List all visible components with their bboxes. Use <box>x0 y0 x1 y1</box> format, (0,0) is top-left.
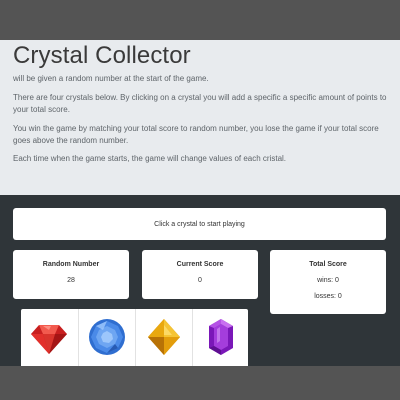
wins-count: wins: 0 <box>317 277 339 284</box>
current-score-card: Current Score 0 <box>142 250 258 299</box>
top-letterbox <box>0 0 400 40</box>
game-title: Crystal Collector <box>13 42 191 69</box>
yellow-crystal-button[interactable] <box>135 309 192 366</box>
blue-crystal-icon <box>89 319 125 355</box>
red-crystal-button[interactable] <box>21 309 77 366</box>
total-score-card: Total Score wins: 0 losses: 0 <box>270 250 386 314</box>
current-score-label: Current Score <box>176 261 224 268</box>
instructions-panel: Crystal Collector will be given a random… <box>0 40 400 195</box>
losses-count: losses: 0 <box>314 293 342 300</box>
instruction-line-4: Each time when the game starts, the game… <box>13 154 287 163</box>
purple-crystal-button[interactable] <box>192 309 249 366</box>
total-score-label: Total Score <box>309 261 347 268</box>
instruction-line-1: will be given a random number at the sta… <box>13 74 209 83</box>
blue-crystal-button[interactable] <box>78 309 135 366</box>
play-prompt: Click a crystal to start playing <box>154 220 245 228</box>
random-number-label: Random Number <box>42 261 100 268</box>
random-number-value: 28 <box>67 277 75 284</box>
yellow-crystal-icon <box>148 319 180 355</box>
play-prompt-panel: Click a crystal to start playing <box>13 208 386 240</box>
bottom-letterbox <box>0 366 400 400</box>
instruction-line-3: You win the game by matching your total … <box>13 124 379 145</box>
instruction-line-2: There are four crystals below. By clicki… <box>13 93 387 114</box>
crystal-panel <box>21 309 248 366</box>
current-score-value: 0 <box>198 277 202 284</box>
red-crystal-icon <box>31 325 67 354</box>
random-number-card: Random Number 28 <box>13 250 129 299</box>
purple-crystal-icon <box>209 319 233 355</box>
